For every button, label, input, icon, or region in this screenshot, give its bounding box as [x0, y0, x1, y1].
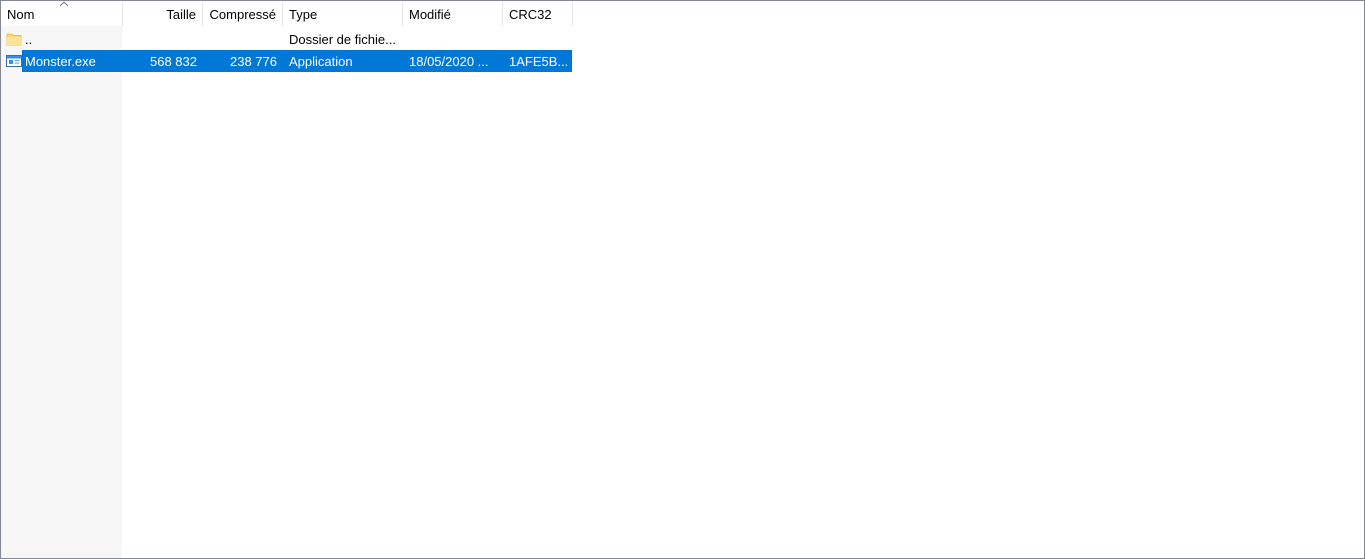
row-compressed: 238 776	[230, 54, 277, 69]
column-header-name-label: Nom	[7, 7, 35, 22]
column-header-crc32-label: CRC32	[509, 7, 552, 22]
sort-ascending-icon	[59, 1, 69, 7]
row-type: Dossier de fichie...	[289, 32, 396, 47]
file-list-view[interactable]: Nom Taille Compressé Type Modifié CRC32 …	[0, 0, 1365, 559]
column-header-name[interactable]: Nom	[1, 1, 123, 26]
column-header-size-label: Taille	[166, 7, 196, 22]
row-size	[123, 28, 203, 50]
column-header-modified[interactable]: Modifié	[403, 1, 503, 26]
list-item-monster-exe[interactable]: Monster.exe 568 832 238 776 Application …	[1, 50, 572, 72]
column-header-crc32[interactable]: CRC32	[503, 1, 573, 26]
column-header-size[interactable]: Taille	[123, 1, 203, 26]
list-item-parent-folder[interactable]: .. Dossier de fichie...	[1, 28, 572, 50]
row-size: 568 832	[150, 54, 197, 69]
row-name: Monster.exe	[25, 54, 96, 69]
row-crc32	[503, 28, 573, 50]
row-modified: 18/05/2020 ...	[409, 54, 489, 69]
row-name: ..	[25, 32, 33, 47]
sorted-column-background	[1, 26, 122, 558]
column-header-modified-label: Modifié	[409, 7, 451, 22]
row-compressed	[203, 28, 283, 50]
row-type: Application	[289, 54, 353, 69]
column-header-compressed-label: Compressé	[209, 7, 276, 22]
column-header-bar: Nom Taille Compressé Type Modifié CRC32	[1, 1, 1364, 26]
column-header-type[interactable]: Type	[283, 1, 403, 26]
row-modified	[403, 28, 503, 50]
row-crc32: 1AFE5B...	[509, 54, 569, 69]
column-header-compressed[interactable]: Compressé	[203, 1, 283, 26]
column-header-type-label: Type	[289, 7, 318, 22]
